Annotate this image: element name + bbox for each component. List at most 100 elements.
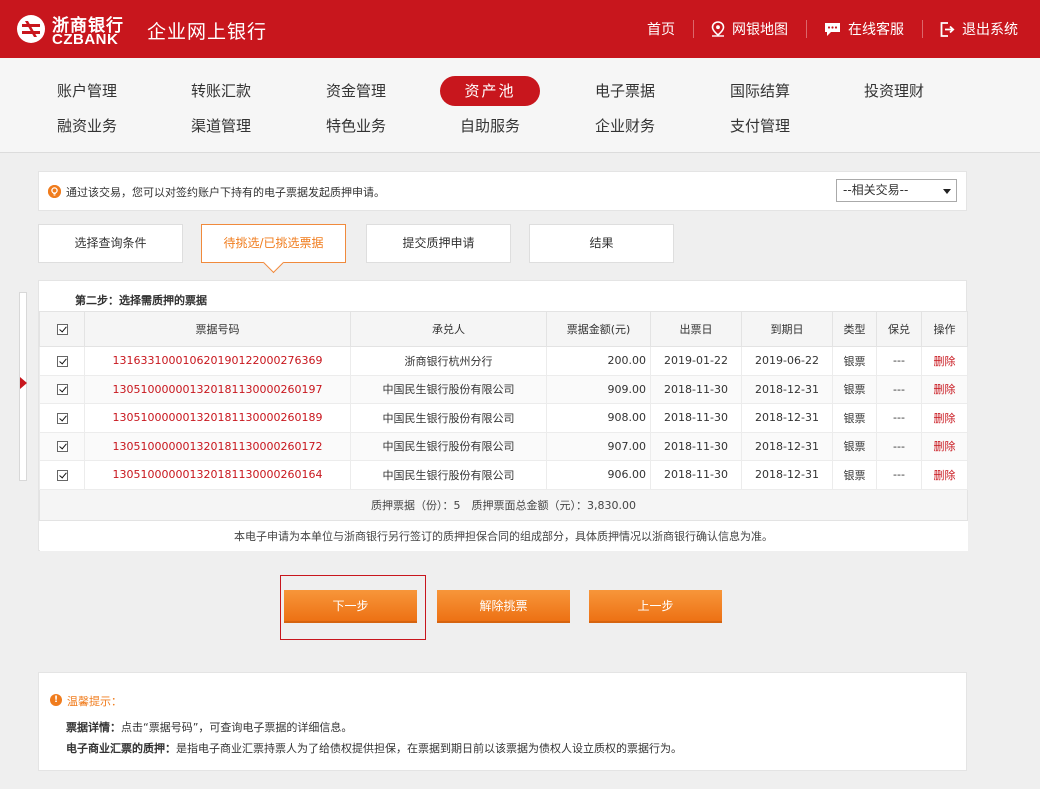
- bill-no-link[interactable]: 130510000001320181130000260197: [84, 374, 351, 404]
- bill-no-link[interactable]: 130510000001320181130000260172: [84, 431, 351, 461]
- related-transactions-select[interactable]: --相关交易--: [836, 179, 957, 202]
- next-step-button[interactable]: 下一步: [284, 590, 417, 623]
- row-checkbox-cell[interactable]: [39, 460, 85, 490]
- app-title: 企业网上银行: [147, 21, 268, 43]
- issue-date-cell: 2018-11-30: [650, 431, 742, 461]
- summary-text: 质押票据（份）：5 质押票面总金额（元）：3,830.00: [39, 488, 968, 521]
- col-amount: 票据金额(元): [546, 311, 651, 347]
- menu-asset-pool[interactable]: 资产池: [440, 76, 540, 106]
- nav-logout[interactable]: 退出系统: [922, 0, 1040, 58]
- acceptor-cell: 中国民生银行股份有限公司: [350, 460, 547, 490]
- type-cell: 银票: [832, 346, 877, 376]
- menu-self-service[interactable]: 自助服务: [440, 111, 540, 141]
- row-checkbox-cell[interactable]: [39, 403, 85, 433]
- menu-channel[interactable]: 渠道管理: [171, 111, 271, 141]
- acceptor-cell: 中国民生银行股份有限公司: [350, 374, 547, 404]
- type-cell: 银票: [832, 374, 877, 404]
- guarantee-cell: ---: [876, 374, 922, 404]
- delete-link[interactable]: 删除: [921, 431, 968, 461]
- col-due-date: 到期日: [741, 311, 833, 347]
- col-type: 类型: [832, 311, 877, 347]
- table-row: 130510000001320181130000260164 中国民生银行股份有…: [39, 460, 968, 490]
- due-date-cell: 2018-12-31: [741, 431, 833, 461]
- nav-bank-map[interactable]: 网银地图: [693, 0, 806, 58]
- col-action: 操作: [921, 311, 968, 347]
- amount-cell: 909.00: [546, 374, 651, 404]
- tips-title: 温馨提示：: [67, 695, 122, 708]
- nav-bank-map-label: 网银地图: [732, 22, 788, 38]
- acceptor-cell: 中国民生银行股份有限公司: [350, 403, 547, 433]
- map-pin-icon: [711, 21, 725, 37]
- menu-investment[interactable]: 投资理财: [844, 76, 944, 106]
- bill-no-link[interactable]: 130510000001320181130000260164: [84, 460, 351, 490]
- type-cell: 银票: [832, 460, 877, 490]
- bill-no-link[interactable]: 130510000001320181130000260189: [84, 403, 351, 433]
- acceptor-cell: 中国民生银行股份有限公司: [350, 431, 547, 461]
- menu-financing[interactable]: 融资业务: [37, 111, 137, 141]
- czbank-logo[interactable]: 浙商银行 CZBANK: [16, 10, 128, 50]
- info-bulb-icon: [48, 185, 61, 198]
- step-tab-submit[interactable]: 提交质押申请: [366, 224, 511, 263]
- release-bills-button[interactable]: 解除挑票: [437, 590, 570, 623]
- table-row: 130510000001320181130000260189 中国民生银行股份有…: [39, 403, 968, 433]
- select-all-checkbox[interactable]: [56, 324, 68, 335]
- step-tab-query[interactable]: 选择查询条件: [38, 224, 183, 263]
- table-row: 130510000001320181130000260197 中国民生银行股份有…: [39, 374, 968, 404]
- menu-transfer[interactable]: 转账汇款: [171, 76, 271, 106]
- menu-payment[interactable]: 支付管理: [710, 111, 810, 141]
- col-guarantee: 保兑: [876, 311, 922, 347]
- amount-cell: 906.00: [546, 460, 651, 490]
- tips-panel: ! 温馨提示： 票据详情：点击“票据号码”，可查询电子票据的详细信息。 电子商业…: [38, 672, 967, 771]
- due-date-cell: 2018-12-31: [741, 403, 833, 433]
- bill-no-link[interactable]: 131633100010620190122000276369: [84, 346, 351, 376]
- dropdown-arrow-icon: [943, 189, 951, 194]
- col-bill-no: 票据号码: [84, 311, 351, 347]
- delete-link[interactable]: 删除: [921, 374, 968, 404]
- prev-step-button[interactable]: 上一步: [589, 590, 722, 623]
- guarantee-cell: ---: [876, 431, 922, 461]
- row-checkbox-cell[interactable]: [39, 346, 85, 376]
- menu-intl-settlement[interactable]: 国际结算: [710, 76, 810, 106]
- nav-home[interactable]: 首页: [629, 0, 693, 58]
- row-checkbox[interactable]: [56, 355, 68, 367]
- delete-link[interactable]: 删除: [921, 460, 968, 490]
- row-checkbox[interactable]: [56, 412, 68, 424]
- menu-corporate-finance[interactable]: 企业财务: [575, 111, 675, 141]
- nav-home-label: 首页: [647, 22, 675, 38]
- due-date-cell: 2019-06-22: [741, 346, 833, 376]
- step-tab-result[interactable]: 结果: [529, 224, 674, 263]
- type-cell: 银票: [832, 403, 877, 433]
- main-nav: 账户管理 转账汇款 资金管理 资产池 电子票据 国际结算 投资理财 融资业务 渠…: [0, 58, 1040, 153]
- row-checkbox-cell[interactable]: [39, 431, 85, 461]
- amount-cell: 200.00: [546, 346, 651, 376]
- acceptor-cell: 浙商银行杭州分行: [350, 346, 547, 376]
- table-row: 130510000001320181130000260172 中国民生银行股份有…: [39, 431, 968, 461]
- chat-icon: [825, 22, 840, 36]
- step-title: 第二步：选择需质押的票据: [75, 294, 207, 307]
- menu-e-bill[interactable]: 电子票据: [575, 76, 675, 106]
- step-tab-select-bills[interactable]: 待挑选/已挑选票据: [201, 224, 346, 263]
- select-all-cell[interactable]: [39, 311, 85, 347]
- delete-link[interactable]: 删除: [921, 403, 968, 433]
- row-checkbox-cell[interactable]: [39, 374, 85, 404]
- bill-selection-card: 第二步：选择需质押的票据 票据号码 承兑人 票据金额(元) 出票日 到期日 类型…: [38, 280, 968, 551]
- col-acceptor: 承兑人: [350, 311, 547, 347]
- row-checkbox[interactable]: [56, 441, 68, 453]
- menu-fund-management[interactable]: 资金管理: [306, 76, 406, 106]
- note-text: 本电子申请为本单位与浙商银行另行签订的质押担保合同的组成部分，具体质押情况以浙商…: [39, 519, 968, 551]
- issue-date-cell: 2018-11-30: [650, 374, 742, 404]
- summary-row: 质押票据（份）：5 质押票面总金额（元）：3,830.00: [39, 488, 968, 521]
- nav-online-service-label: 在线客服: [848, 22, 904, 38]
- menu-featured[interactable]: 特色业务: [306, 111, 406, 141]
- amount-cell: 908.00: [546, 403, 651, 433]
- side-expand-arrow-icon[interactable]: [20, 377, 27, 389]
- menu-account-management[interactable]: 账户管理: [37, 76, 137, 106]
- row-checkbox[interactable]: [56, 384, 68, 396]
- tips-line-bill-detail: 票据详情：点击“票据号码”，可查询电子票据的详细信息。: [66, 719, 352, 735]
- issue-date-cell: 2018-11-30: [650, 403, 742, 433]
- tips-line-pledge: 电子商业汇票的质押：是指电子商业汇票持票人为了给债权提供担保，在票据到期日前以该…: [66, 740, 682, 756]
- row-checkbox[interactable]: [56, 469, 68, 481]
- nav-online-service[interactable]: 在线客服: [806, 0, 922, 58]
- delete-link[interactable]: 删除: [921, 346, 968, 376]
- guarantee-cell: ---: [876, 346, 922, 376]
